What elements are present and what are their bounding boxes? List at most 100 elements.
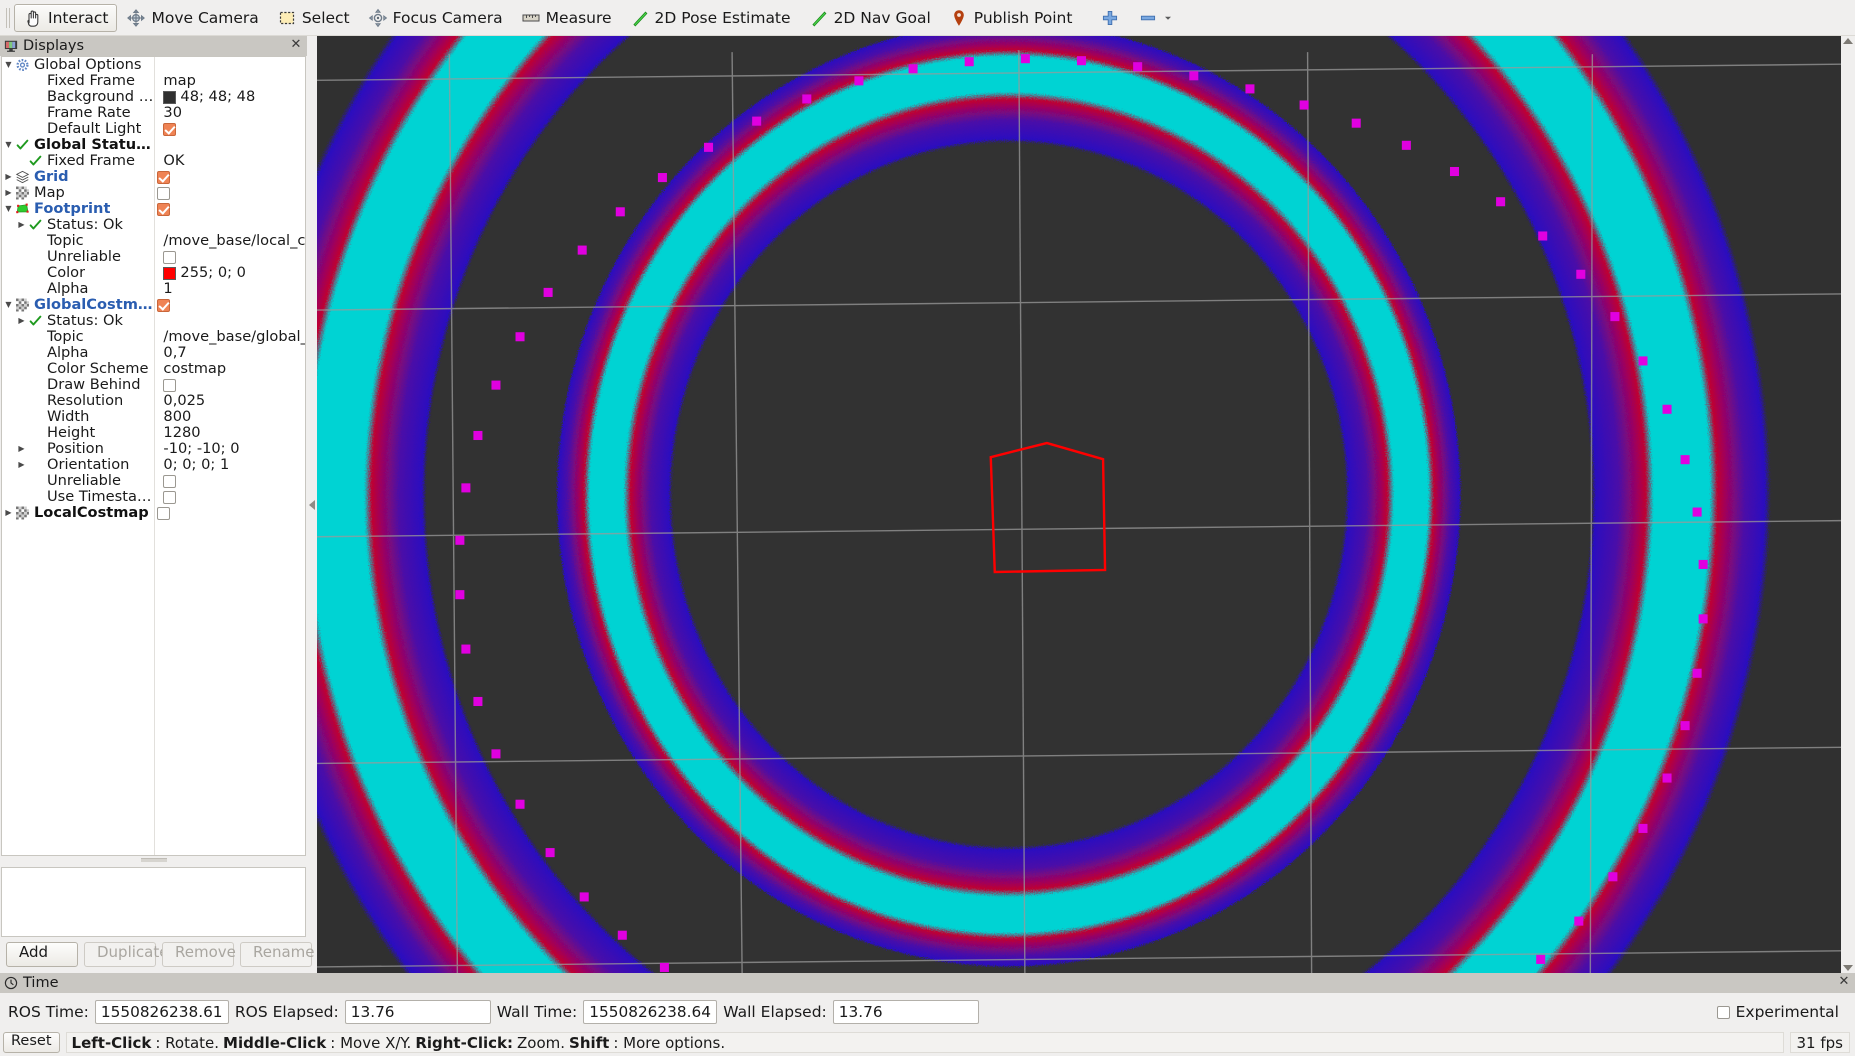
tree-row[interactable]: ▼ Global Status: Ok xyxy=(2,137,305,153)
tree-row[interactable]: Width 800 xyxy=(2,409,305,425)
remove-tool-button[interactable] xyxy=(1129,4,1182,32)
tool-2d-pose-estimate[interactable]: 2D Pose Estimate xyxy=(621,4,800,32)
wall-elapsed-input[interactable]: 13.76 xyxy=(832,1000,979,1024)
tree-row[interactable]: Fixed Frame map xyxy=(2,73,305,89)
tree-row[interactable]: Color Scheme costmap xyxy=(2,361,305,377)
tree-row-value[interactable] xyxy=(159,121,305,137)
tree-row-value[interactable]: 1 xyxy=(159,281,305,297)
expand-arrow-down-icon[interactable]: ▼ xyxy=(2,297,15,313)
tree-row-checkbox[interactable] xyxy=(163,122,177,136)
tree-row[interactable]: Unreliable xyxy=(2,249,305,265)
tree-row[interactable]: ▶ Orientation 0; 0; 0; 1 xyxy=(2,457,305,473)
tree-row-value[interactable]: 30 xyxy=(159,105,305,121)
tool-focus-camera[interactable]: Focus Camera xyxy=(359,4,512,32)
tree-row[interactable]: ▶ Status: Ok xyxy=(2,313,305,329)
wall-time-input[interactable]: 1550826238.64 xyxy=(583,1000,718,1024)
tree-row-value[interactable]: map xyxy=(159,73,305,89)
tool-move-camera[interactable]: Move Camera xyxy=(117,4,267,32)
remove-display-button[interactable]: Remove xyxy=(162,941,236,967)
expand-arrow-right-icon[interactable]: ▶ xyxy=(15,457,28,473)
experimental-toggle[interactable]: Experimental xyxy=(1716,1003,1847,1021)
tree-row-value[interactable] xyxy=(159,489,305,505)
expand-arrow-right-icon[interactable]: ▶ xyxy=(15,313,28,329)
selection-panel[interactable] xyxy=(1,867,306,937)
tree-row[interactable]: Topic/move_base/global_co… xyxy=(2,329,305,345)
tree-row-value[interactable]: /move_base/local_cost… xyxy=(159,233,305,249)
tree-row-value[interactable] xyxy=(153,505,305,521)
tree-row[interactable]: Height 1280 xyxy=(2,425,305,441)
tree-row-checkbox[interactable] xyxy=(156,506,170,520)
tree-row[interactable]: Color 255; 0; 0 xyxy=(2,265,305,281)
tool-measure[interactable]: Measure xyxy=(512,4,621,32)
tree-row-checkbox[interactable] xyxy=(156,186,170,200)
tree-row[interactable]: Resolution 0,025 xyxy=(2,393,305,409)
tree-row[interactable]: Alpha 1 xyxy=(2,281,305,297)
expand-arrow-down-icon[interactable]: ▼ xyxy=(2,201,15,217)
tree-row-value[interactable] xyxy=(159,473,305,489)
scroll-down-arrow-icon[interactable] xyxy=(1843,965,1853,971)
displays-tree[interactable]: ▼ Global Options Fixed Frame map Background … xyxy=(1,56,306,856)
tree-row-value[interactable] xyxy=(153,185,305,201)
experimental-checkbox[interactable] xyxy=(1716,1005,1730,1019)
dock-splitter[interactable] xyxy=(0,856,307,863)
expand-arrow-right-icon[interactable]: ▶ xyxy=(15,441,28,457)
tree-row[interactable]: Unreliable xyxy=(2,473,305,489)
tree-row[interactable]: ▶ Position -10; -10; 0 xyxy=(2,441,305,457)
tree-row[interactable]: ▼ Footprint xyxy=(2,201,305,217)
tree-row-checkbox[interactable] xyxy=(156,170,170,184)
tree-row-value[interactable]: -10; -10; 0 xyxy=(159,441,305,457)
tree-row-value[interactable]: 800 xyxy=(159,409,305,425)
tree-row-value[interactable] xyxy=(159,249,305,265)
rename-display-button[interactable]: Rename xyxy=(240,941,315,967)
tree-row-value[interactable]: 255; 0; 0 xyxy=(159,265,305,281)
toolbar-drag-handle[interactable] xyxy=(4,5,12,31)
tree-row-value[interactable] xyxy=(153,201,305,217)
tree-row-value[interactable] xyxy=(159,377,305,393)
color-swatch[interactable] xyxy=(163,266,177,280)
tree-row-value[interactable]: 0,025 xyxy=(159,393,305,409)
tree-row-value[interactable]: costmap xyxy=(159,361,305,377)
tool-2d-nav-goal[interactable]: 2D Nav Goal xyxy=(800,4,940,32)
time-close-icon[interactable]: ✕ xyxy=(1837,975,1851,990)
dock-viewport-splitter[interactable] xyxy=(307,36,317,973)
tree-row[interactable]: ▼ GlobalCostmap xyxy=(2,297,305,313)
displays-close-icon[interactable]: ✕ xyxy=(289,38,303,53)
tree-row-checkbox[interactable] xyxy=(163,474,177,488)
ros-time-input[interactable]: 1550826238.61 xyxy=(94,1000,229,1024)
tree-row[interactable]: ▶ LocalCostmap xyxy=(2,505,305,521)
tree-row[interactable]: Background Color 48; 48; 48 xyxy=(2,89,305,105)
render-viewport-3d[interactable] xyxy=(317,36,1841,973)
tree-row-value[interactable]: OK xyxy=(159,153,305,169)
reset-button[interactable]: Reset xyxy=(3,1032,60,1053)
tree-row[interactable]: ▶ Grid xyxy=(2,169,305,185)
tree-row-value[interactable] xyxy=(153,169,305,185)
add-tool-button[interactable] xyxy=(1091,4,1129,32)
tool-publish-point[interactable]: Publish Point xyxy=(940,4,1082,32)
add-display-button[interactable]: Add xyxy=(6,941,78,967)
tree-row-value[interactable]: 0; 0; 0; 1 xyxy=(159,457,305,473)
tree-row-value[interactable]: 0,7 xyxy=(159,345,305,361)
tree-row[interactable]: Topic/move_base/local_cost… xyxy=(2,233,305,249)
tool-select[interactable]: Select xyxy=(268,4,359,32)
expand-arrow-right-icon[interactable]: ▶ xyxy=(15,217,28,233)
tool-interact[interactable]: Interact xyxy=(14,3,118,32)
tree-row-checkbox[interactable] xyxy=(163,378,177,392)
expand-arrow-down-icon[interactable]: ▼ xyxy=(2,137,15,153)
tree-row-value[interactable]: 48; 48; 48 xyxy=(159,89,305,105)
tree-row-value[interactable]: 1280 xyxy=(159,425,305,441)
tree-row[interactable]: Draw Behind xyxy=(2,377,305,393)
tree-row-checkbox[interactable] xyxy=(156,202,170,216)
tree-row[interactable]: ▶ Status: Ok xyxy=(2,217,305,233)
expand-arrow-right-icon[interactable]: ▶ xyxy=(2,505,15,521)
tree-row[interactable]: Use Timestamp xyxy=(2,489,305,505)
ros-elapsed-input[interactable]: 13.76 xyxy=(344,1000,491,1024)
tree-row[interactable]: ▼ Global Options xyxy=(2,57,305,73)
tree-row-checkbox[interactable] xyxy=(163,250,177,264)
color-swatch[interactable] xyxy=(163,90,177,104)
tree-row-checkbox[interactable] xyxy=(156,298,170,312)
scroll-up-arrow-icon[interactable] xyxy=(1843,38,1853,44)
tree-row-value[interactable] xyxy=(153,297,305,313)
tree-row-checkbox[interactable] xyxy=(163,490,177,504)
tree-row[interactable]: Frame Rate 30 xyxy=(2,105,305,121)
expand-arrow-right-icon[interactable]: ▶ xyxy=(2,185,15,201)
